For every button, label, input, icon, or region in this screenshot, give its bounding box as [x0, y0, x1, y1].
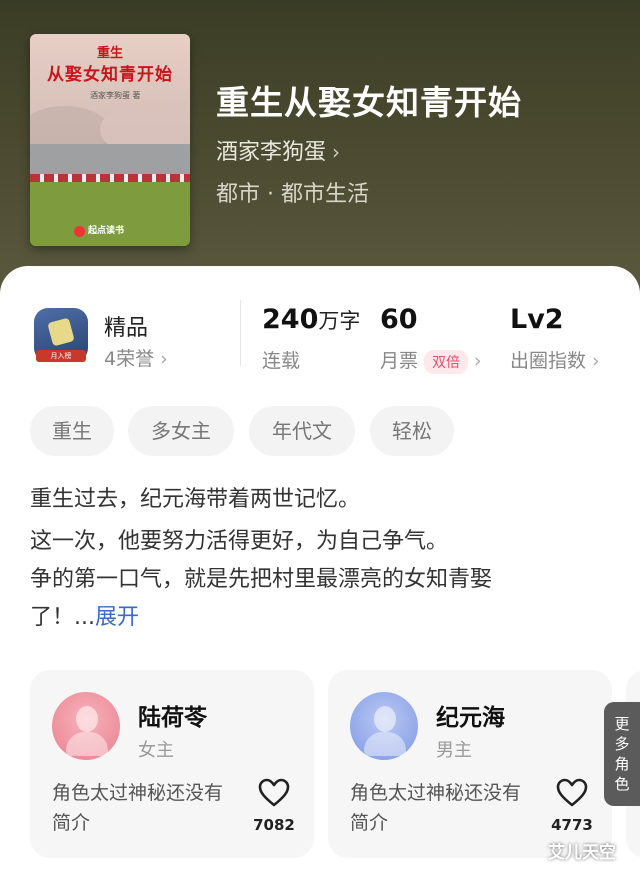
role-name: 陆荷苓 — [138, 705, 207, 731]
honors-link[interactable]: 4荣誉 › — [104, 344, 168, 371]
chevron-right-icon: › — [160, 348, 168, 370]
chevron-right-icon: › — [592, 350, 600, 372]
cover-publisher: 起点读书 — [88, 226, 125, 236]
divider — [240, 300, 241, 366]
role-card[interactable]: 纪元海 男主 角色太过神秘还没有简介 4773 — [328, 670, 612, 858]
role-description: 角色太过神秘还没有简介 — [350, 782, 522, 834]
role-description: 角色太过神秘还没有简介 — [52, 782, 224, 834]
more-roles-button[interactable]: 更多角色 — [604, 702, 640, 806]
role-card[interactable]: 陆荷苓 女主 角色太过神秘还没有简介 7082 — [30, 670, 314, 858]
tag-chip[interactable]: 重生 — [30, 406, 114, 456]
avatar — [52, 692, 120, 760]
tag-chip[interactable]: 年代文 — [249, 406, 355, 456]
description-line: 这一次，他要努力活得更好，为自己争气。 — [30, 529, 449, 554]
cover-title: 从娶女知青开始 — [47, 65, 173, 85]
tag-chip[interactable]: 轻松 — [370, 406, 454, 456]
watermark: 艾儿天空 — [548, 843, 616, 863]
publisher-logo-icon — [74, 226, 85, 237]
double-badge: 双倍 — [424, 349, 469, 374]
monthly-tickets-value: 60 — [380, 304, 418, 335]
expand-link[interactable]: 展开 — [95, 605, 139, 630]
role-type: 男主 — [436, 740, 472, 761]
index-label: 出圈指数 — [510, 350, 587, 372]
cover-title-small: 重生 — [96, 46, 123, 61]
serial-status: 连载 — [262, 350, 301, 372]
book-cover[interactable]: 重生 从娶女知青开始 酒家李狗蛋 著 起点读书 — [30, 34, 190, 246]
cover-field — [30, 182, 190, 246]
description-last-line: 了！...展开 — [30, 605, 139, 630]
role-name: 纪元海 — [436, 705, 505, 731]
avatar — [350, 692, 418, 760]
description-line: 重生过去，纪元海带着两世记忆。 — [30, 487, 361, 512]
index-level: Lv2 — [510, 304, 564, 335]
quality-label: 精品 — [104, 316, 149, 341]
book-genre: 都市 · 都市生活 — [216, 182, 369, 207]
honors-count: 4荣誉 — [104, 348, 155, 370]
monthly-tickets-link[interactable]: 月票 双倍 › — [380, 346, 482, 374]
heart-icon[interactable] — [258, 778, 290, 808]
description-line: 争的第一口气，就是先把村里最漂亮的女知青娶 — [30, 567, 493, 592]
chevron-right-icon: › — [332, 140, 341, 164]
badge-ribbon: 月入榜 — [36, 350, 86, 362]
tag-chip[interactable]: 多女主 — [128, 406, 234, 456]
index-link[interactable]: 出圈指数 › — [510, 346, 600, 373]
book-title: 重生从娶女知青开始 — [216, 83, 522, 122]
chevron-right-icon: › — [474, 350, 482, 372]
cover-train — [30, 174, 190, 182]
like-count: 4773 — [551, 816, 593, 834]
author-name: 酒家李狗蛋 — [216, 140, 327, 165]
cover-author: 酒家李狗蛋 著 — [90, 91, 141, 100]
role-type: 女主 — [138, 740, 174, 761]
word-count: 240万字 — [262, 304, 361, 335]
author-link[interactable]: 酒家李狗蛋 › — [216, 134, 340, 166]
like-count: 7082 — [253, 816, 295, 834]
quality-badge-icon: 月入榜 — [32, 306, 90, 368]
monthly-tickets-label: 月票 — [380, 350, 419, 372]
heart-icon[interactable] — [556, 778, 588, 808]
